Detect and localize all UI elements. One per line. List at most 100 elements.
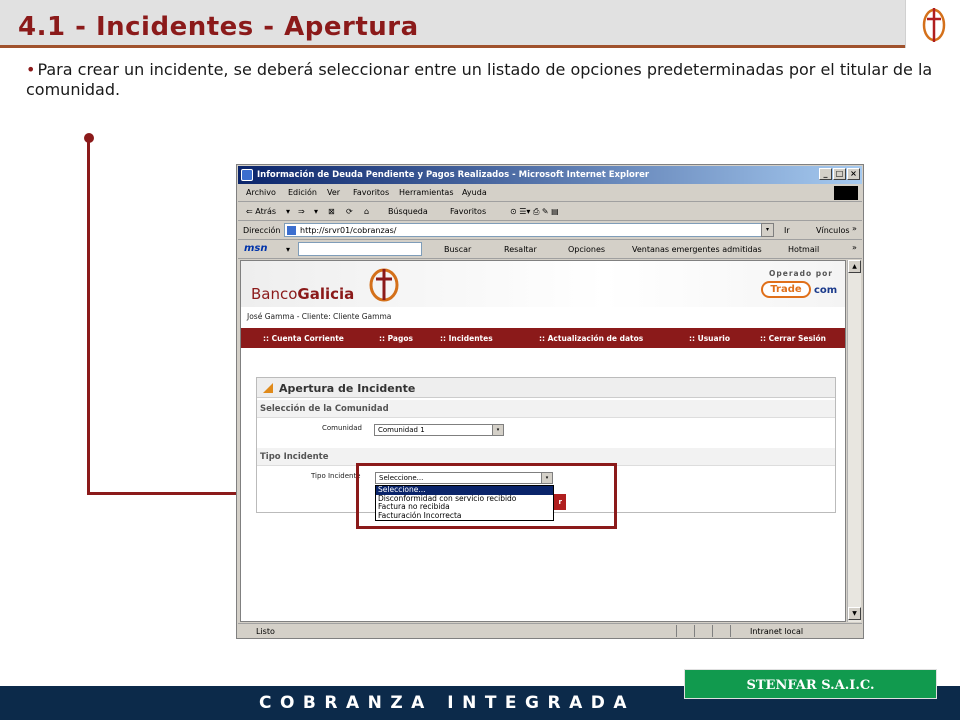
forward-button[interactable]: ⇒ <box>298 207 305 216</box>
address-url: http://srvr01/cobranzas/ <box>300 226 397 235</box>
type-label: Tipo Incidente <box>311 472 361 480</box>
connector-vertical-line <box>87 138 90 495</box>
bank-header: BancoGalicia Operado por Trade com <box>241 261 845 307</box>
intro-paragraph: Para crear un incidente, se deberá selec… <box>26 60 933 99</box>
crest-logo-icon <box>922 8 946 42</box>
browser-statusbar: Listo Intranet local <box>238 623 862 638</box>
section-type: Tipo Incidente <box>257 448 835 466</box>
address-bar: Dirección http://srvr01/cobranzas/ ▾ Ir … <box>238 221 862 240</box>
stop-icon[interactable]: ⊠ <box>328 207 335 216</box>
msn-logo: msn <box>244 243 268 254</box>
close-button[interactable]: × <box>847 168 860 180</box>
menu-ver[interactable]: Ver <box>327 188 340 197</box>
nav-cuenta-corriente[interactable]: :: Cuenta Corriente <box>263 334 344 343</box>
menu-favoritos[interactable]: Favoritos <box>353 188 389 197</box>
user-info: José Gamma - Cliente: Cliente Gamma <box>247 312 392 321</box>
incident-panel: Apertura de Incidente Selección de la Co… <box>256 377 836 521</box>
nav-cerrar-sesion[interactable]: :: Cerrar Sesión <box>760 334 826 343</box>
toolbar-extra-icons[interactable]: ⊙ ☰▾ ⎙ ✎ ▤ <box>510 207 559 217</box>
slide-header: 4.1 - Incidentes - Apertura <box>0 0 960 48</box>
site-navbar: :: Cuenta Corriente :: Pagos :: Incident… <box>241 328 845 348</box>
links-more-icon[interactable]: » <box>852 224 857 233</box>
section-community: Selección de la Comunidad <box>257 400 835 418</box>
msn-options-button[interactable]: Opciones <box>568 245 605 254</box>
search-button[interactable]: Búsqueda <box>388 207 428 216</box>
status-divider <box>730 625 731 637</box>
community-label: Comunidad <box>322 424 362 432</box>
msn-more-icon[interactable]: » <box>852 243 857 252</box>
favorites-button[interactable]: Favoritos <box>450 207 486 216</box>
intro-bullet: • <box>26 60 36 79</box>
nav-actualizacion-datos[interactable]: :: Actualización de datos <box>539 334 643 343</box>
status-text: Listo <box>256 627 275 636</box>
logo-box <box>905 0 960 48</box>
status-divider <box>676 625 677 637</box>
go-button[interactable]: Ir <box>784 226 790 235</box>
refresh-icon[interactable]: ⟳ <box>346 207 353 216</box>
type-options-list: Seleccione... Disconformidad con servici… <box>375 485 554 521</box>
panel-header: Apertura de Incidente <box>257 378 835 398</box>
panel-title: Apertura de Incidente <box>279 382 416 395</box>
nav-pagos[interactable]: :: Pagos <box>379 334 413 343</box>
menu-archivo[interactable]: Archivo <box>246 188 276 197</box>
page-icon <box>287 226 296 235</box>
type-option-facturacion-incorrecta[interactable]: Facturación Incorrecta <box>376 511 553 521</box>
windows-logo-icon <box>834 186 858 200</box>
ie-icon <box>241 169 253 181</box>
menu-ayuda[interactable]: Ayuda <box>462 188 487 197</box>
links-button[interactable]: Vínculos <box>816 226 850 235</box>
maximize-button[interactable]: □ <box>833 168 846 180</box>
browser-title: Información de Deuda Pendiente y Pagos R… <box>257 170 650 180</box>
submit-button-label: r <box>558 498 562 506</box>
address-label: Dirección <box>243 226 281 235</box>
browser-toolbar: ⇐ Atrás ▾ ⇒ ▾ ⊠ ⟳ ⌂ Búsqueda Favoritos ⊙… <box>238 202 862 221</box>
community-select[interactable]: Comunidad 1 ▾ <box>374 424 504 436</box>
company-name: STENFAR S.A.I.C. <box>746 678 875 693</box>
section-type-label: Tipo Incidente <box>260 452 329 462</box>
msn-menu-arrow[interactable]: ▾ <box>286 245 290 254</box>
msn-toolbar: msn ▾ Buscar Resaltar Opciones Ventanas … <box>238 240 862 259</box>
menu-edicion[interactable]: Edición <box>288 188 317 197</box>
msn-popups-button[interactable]: Ventanas emergentes admitidas <box>632 245 762 254</box>
msn-hotmail-button[interactable]: Hotmail <box>788 245 819 254</box>
minimize-button[interactable]: _ <box>819 168 832 180</box>
browser-titlebar: Información de Deuda Pendiente y Pagos R… <box>238 166 862 184</box>
msn-highlight-button[interactable]: Resaltar <box>504 245 537 254</box>
address-dropdown[interactable]: ▾ <box>761 223 774 237</box>
company-badge: STENFAR S.A.I.C. <box>684 669 937 699</box>
type-select[interactable]: Seleccione... ▾ <box>375 472 553 484</box>
operated-by-label: Operado por <box>769 269 833 278</box>
browser-window: Información de Deuda Pendiente y Pagos R… <box>236 164 864 639</box>
nav-incidentes[interactable]: :: Incidentes <box>440 334 493 343</box>
panel-triangle-icon <box>263 383 273 393</box>
com-logo: com <box>814 285 838 296</box>
menu-herramientas[interactable]: Herramientas <box>399 188 454 197</box>
type-selected-value: Seleccione... <box>379 474 424 482</box>
msn-search-input[interactable] <box>298 242 422 256</box>
vertical-scrollbar[interactable]: ▲ ▼ <box>847 260 861 622</box>
trade-logo: Trade <box>761 281 811 298</box>
slide-title: 4.1 - Incidentes - Apertura <box>18 12 419 42</box>
bank-crest-icon <box>369 268 399 302</box>
nav-usuario[interactable]: :: Usuario <box>689 334 730 343</box>
scroll-up-arrow[interactable]: ▲ <box>848 260 861 273</box>
scroll-down-arrow[interactable]: ▼ <box>848 607 861 620</box>
status-zone: Intranet local <box>750 627 804 636</box>
intro-text: • Para crear un incidente, se deberá sele… <box>26 60 946 100</box>
home-icon[interactable]: ⌂ <box>364 207 369 216</box>
msn-search-button[interactable]: Buscar <box>444 245 471 254</box>
forward-history-arrow[interactable]: ▾ <box>314 207 318 216</box>
community-dropdown-arrow[interactable]: ▾ <box>492 425 503 435</box>
status-divider <box>712 625 713 637</box>
section-community-label: Selección de la Comunidad <box>260 404 389 414</box>
status-divider <box>694 625 695 637</box>
footer-text: COBRANZA INTEGRADA <box>259 693 635 713</box>
bank-logo-text: BancoGalicia <box>251 285 354 303</box>
browser-menubar: Archivo Edición Ver Favoritos Herramient… <box>238 184 862 202</box>
title-underline <box>0 45 905 48</box>
address-input[interactable]: http://srvr01/cobranzas/ ▾ <box>284 223 774 237</box>
back-history-arrow[interactable]: ▾ <box>286 207 290 216</box>
browser-viewport: BancoGalicia Operado por Trade com José … <box>240 260 846 622</box>
type-dropdown-arrow[interactable]: ▾ <box>541 473 552 483</box>
back-button[interactable]: ⇐ Atrás <box>246 207 276 216</box>
